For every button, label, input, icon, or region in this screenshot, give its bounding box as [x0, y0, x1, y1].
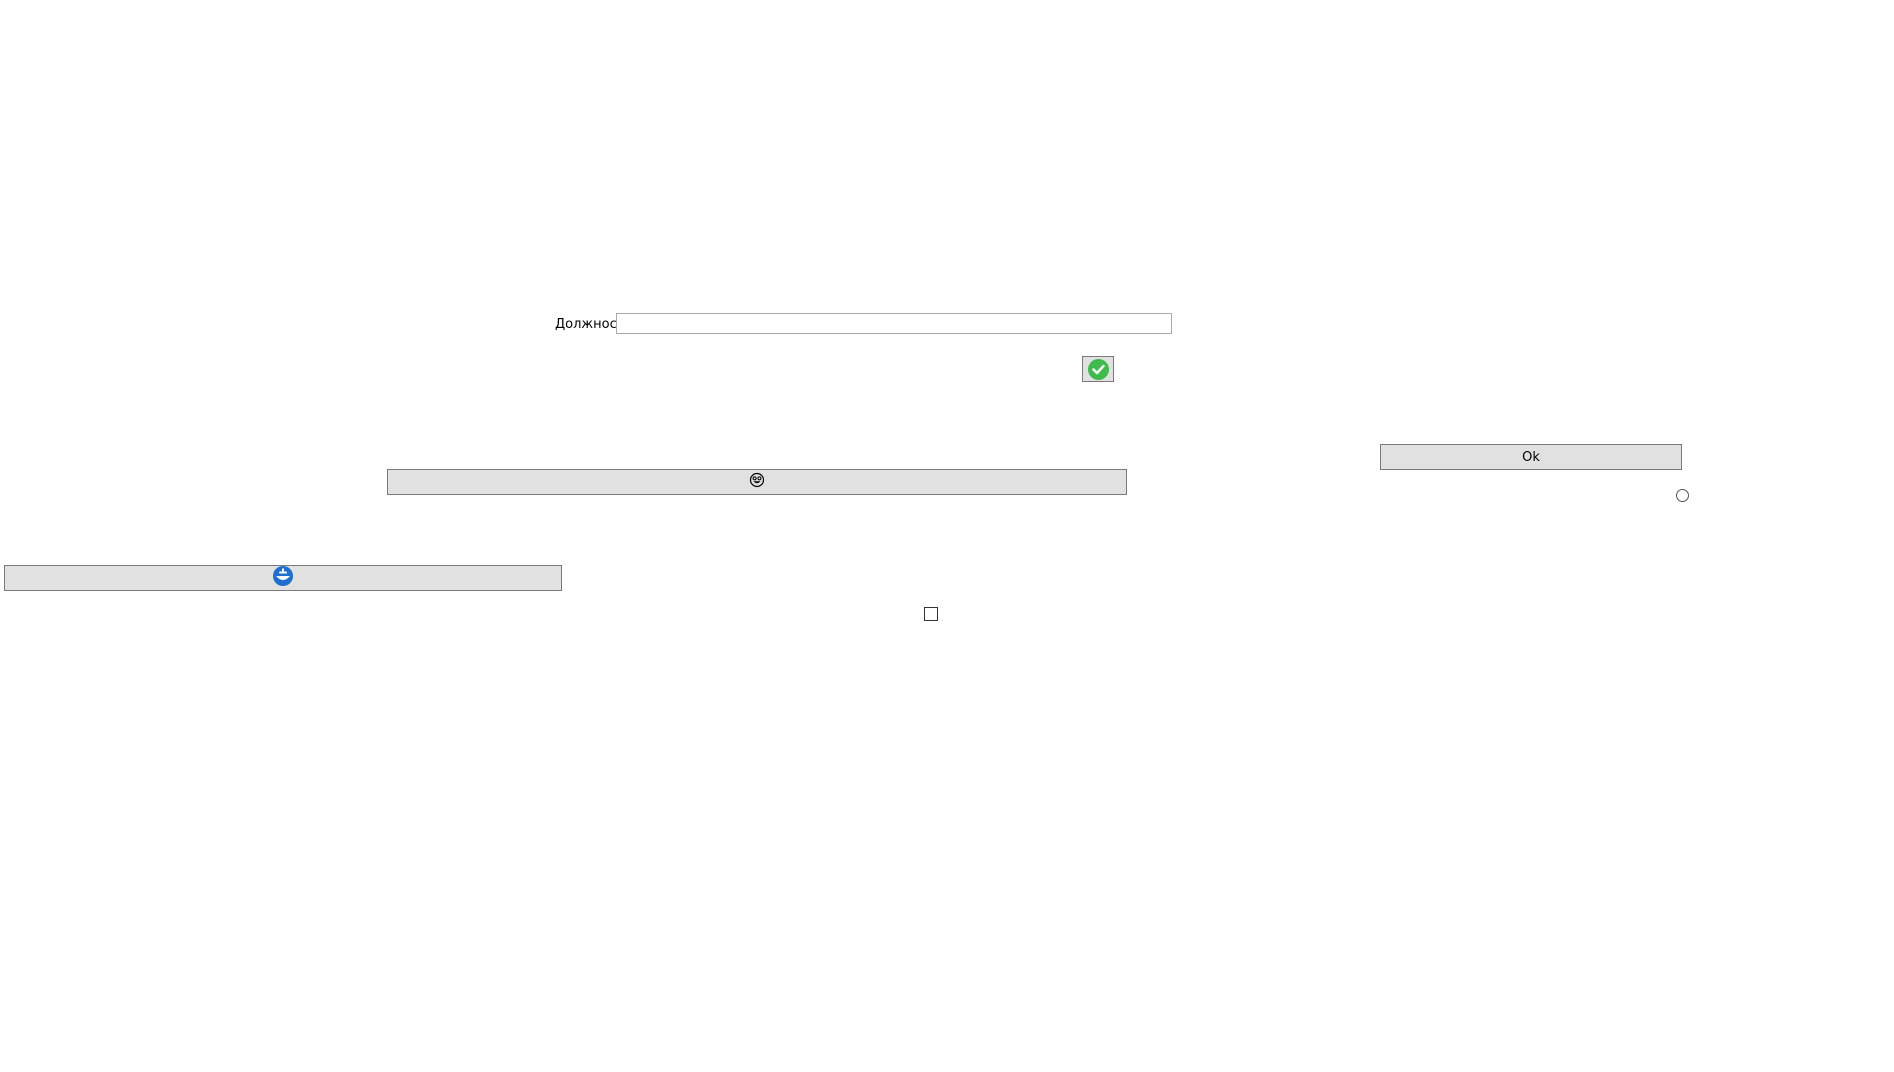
ok-button-label: Ok: [1522, 449, 1540, 465]
confirm-button[interactable]: [1082, 356, 1114, 382]
smiley-face-icon: [749, 472, 765, 492]
smiley-button[interactable]: [387, 469, 1127, 495]
option-radio[interactable]: [1676, 489, 1689, 502]
blue-badge-icon: [272, 565, 294, 591]
badge-button[interactable]: [4, 565, 562, 591]
ok-button[interactable]: Ok: [1380, 444, 1682, 470]
check-circle-icon: [1087, 358, 1109, 380]
option-checkbox[interactable]: [924, 607, 938, 621]
position-input[interactable]: [616, 313, 1172, 334]
